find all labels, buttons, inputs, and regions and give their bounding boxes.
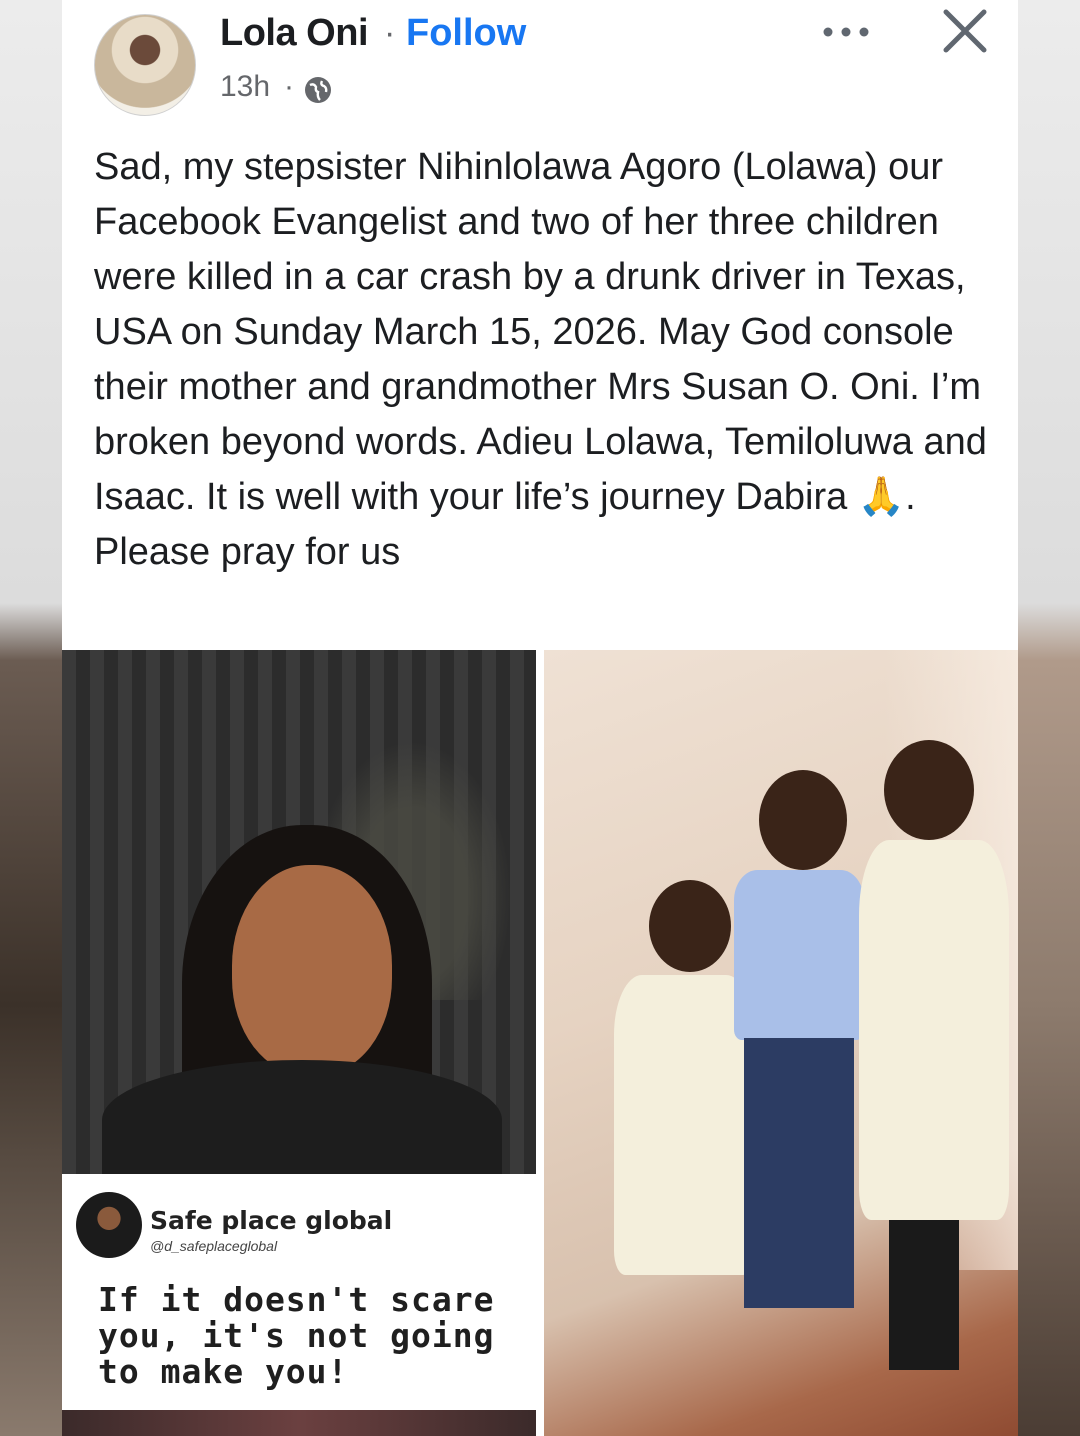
globe-icon — [305, 77, 331, 103]
photo-divider — [536, 650, 544, 1436]
name-separator: · — [384, 14, 396, 52]
quote-avatar — [76, 1192, 142, 1258]
time-separator: · — [284, 70, 294, 103]
close-icon[interactable] — [940, 6, 990, 56]
post-text: Sad, my stepsister Nihinlolawa Agoro (Lo… — [94, 146, 987, 573]
photo-children[interactable] — [544, 650, 1018, 1436]
quote-handle: @d_safeplaceglobal — [150, 1238, 278, 1254]
background-right — [1018, 0, 1080, 1436]
quote-bottom-strip — [62, 1410, 536, 1436]
portrait-body — [102, 1060, 502, 1180]
quote-text: If it doesn't scare you, it's not going … — [98, 1280, 495, 1391]
author-name[interactable]: Lola Oni — [220, 12, 369, 55]
more-options-icon[interactable] — [820, 18, 876, 46]
portrait-face — [232, 865, 392, 1075]
child-girl-tall — [844, 740, 1014, 1380]
follow-button[interactable]: Follow — [406, 12, 526, 55]
post-timestamp[interactable]: 13h — [220, 70, 270, 104]
photo-woman-portrait[interactable]: Safe place global @d_safeplaceglobal If … — [62, 650, 536, 1436]
quote-card: Safe place global @d_safeplaceglobal If … — [62, 1174, 536, 1436]
quote-brand: Safe place global — [150, 1206, 393, 1235]
background-left — [0, 0, 62, 1436]
post-card: Lola Oni · Follow 13h · Sad, my stepsist… — [62, 0, 1018, 650]
author-avatar[interactable] — [94, 14, 196, 116]
